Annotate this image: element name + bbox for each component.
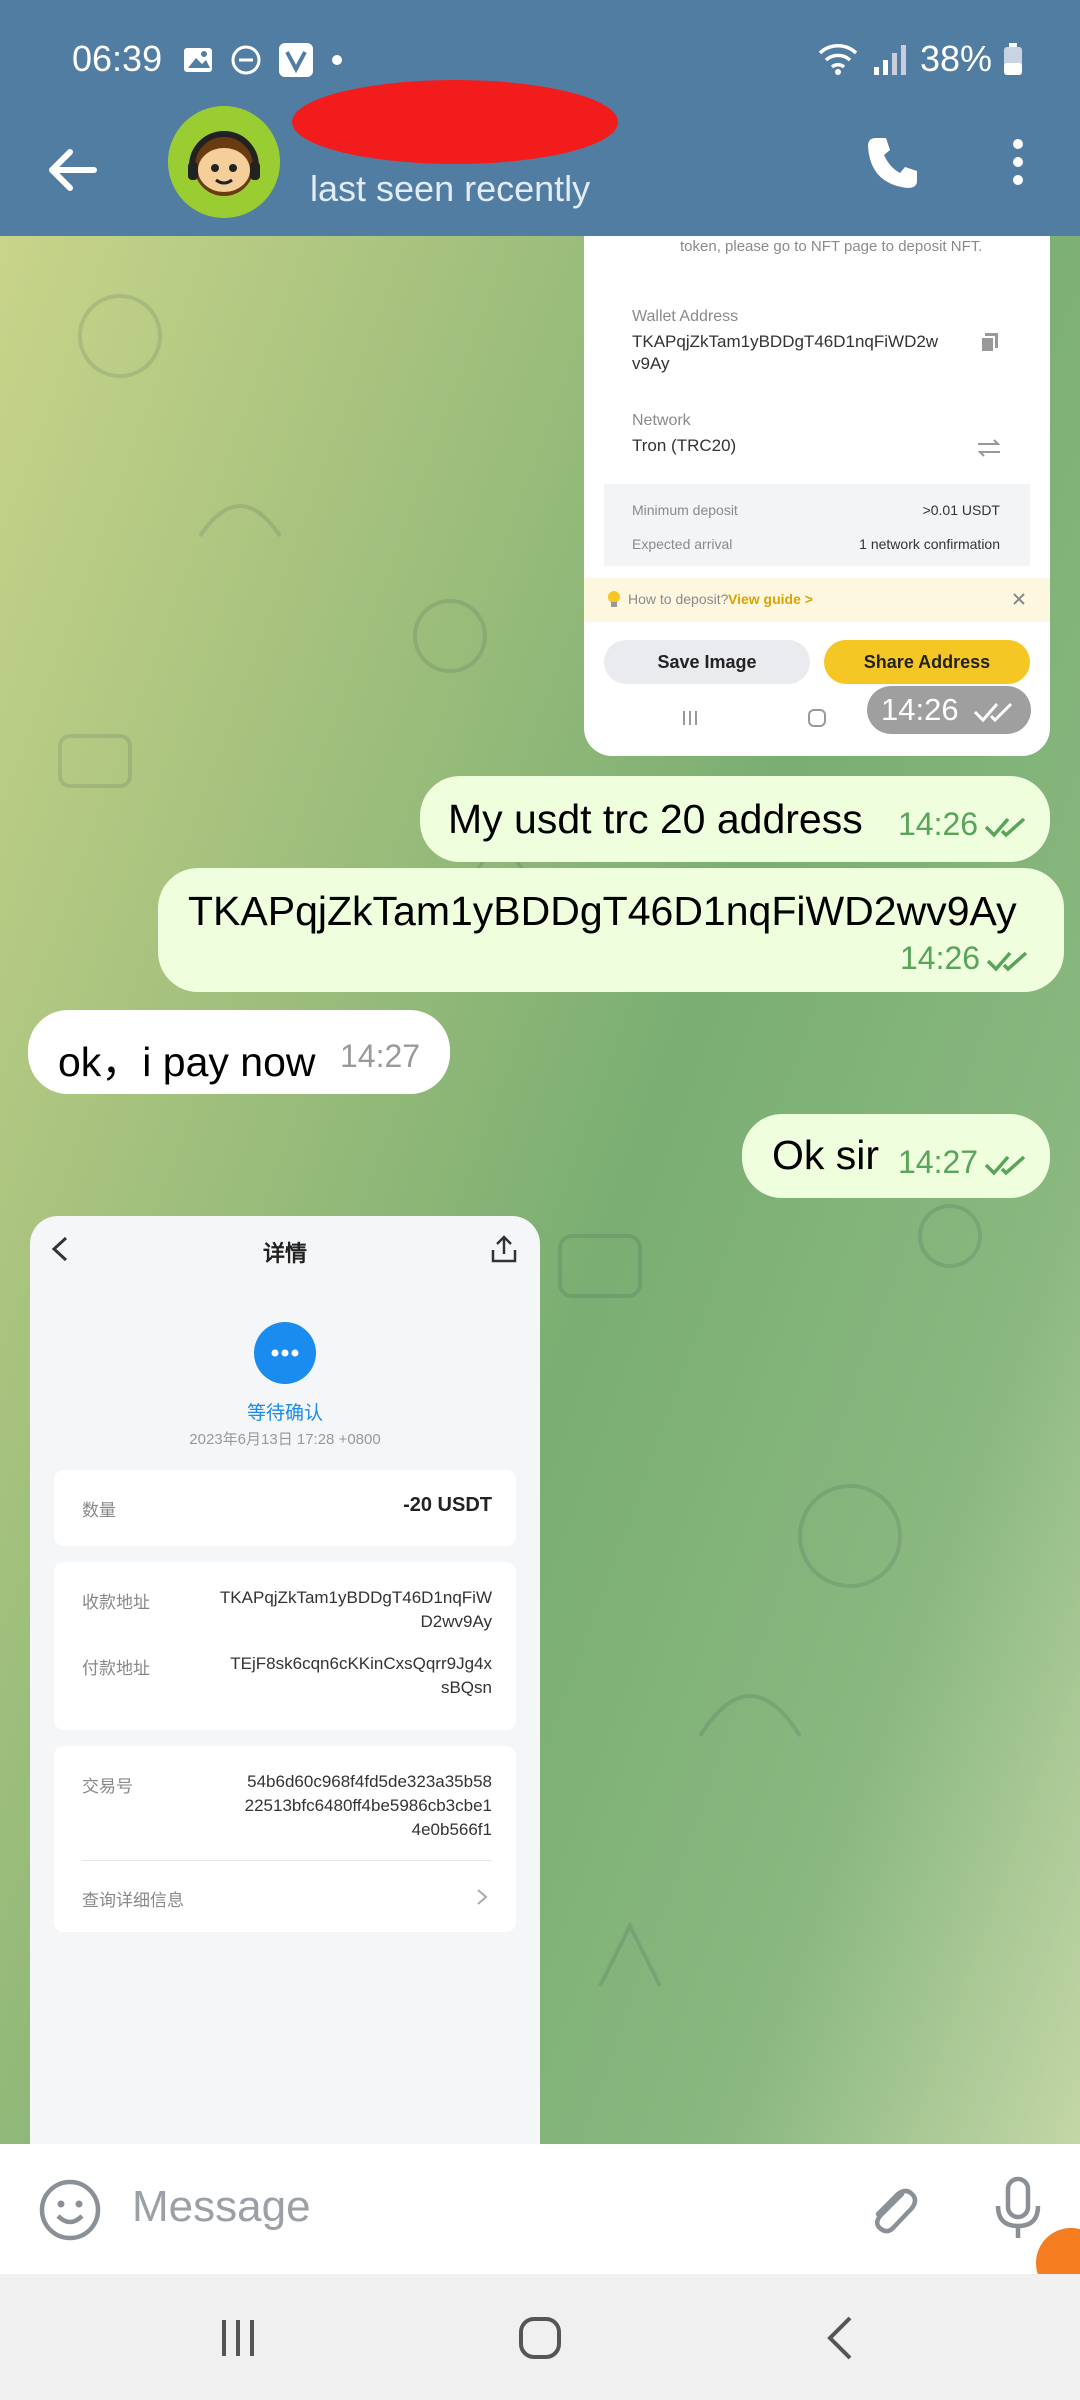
chevron-right-icon: [477, 1889, 488, 1905]
gallery-icon: [184, 48, 212, 72]
microphone-icon[interactable]: [992, 2176, 1044, 2242]
message-time: 14:27: [898, 1144, 979, 1180]
address-card: 收款地址 TKAPqjZkTam1yBDDgT46D1nqFiW D2wv9Ay…: [54, 1562, 516, 1730]
share-address-button[interactable]: Share Address: [824, 640, 1030, 684]
support-agent-icon: [168, 106, 280, 218]
system-navigation-bar: [0, 2274, 1080, 2400]
payer-address-label: 付款地址: [82, 1659, 150, 1678]
more-options-icon[interactable]: [1000, 132, 1036, 192]
message-time: 14:26: [900, 940, 981, 976]
message-text: My usdt trc 20 address: [448, 796, 863, 842]
min-deposit-value: >0.01 USDT: [922, 502, 1000, 518]
message-input[interactable]: Message: [132, 2182, 311, 2232]
card-divider: [82, 1860, 492, 1861]
amount-value: -20 USDT: [403, 1494, 492, 1516]
swap-icon[interactable]: [976, 438, 1002, 458]
last-seen-status: last seen recently: [310, 168, 591, 209]
expected-arrival-label: Expected arrival: [632, 536, 733, 552]
redacted-contact-name: [292, 80, 618, 164]
message-time: 14:26: [898, 806, 979, 842]
query-details-link[interactable]: 查询详细信息: [82, 1886, 184, 1911]
lightbulb-icon: [608, 591, 620, 607]
phone-call-icon[interactable]: [862, 132, 922, 192]
transaction-id-label: 交易号: [82, 1777, 133, 1796]
message-meta: 14:26: [900, 940, 1032, 977]
recipient-address-line1: TKAPqjZkTam1yBDDgT46D1nqFiW: [219, 1588, 492, 1607]
outgoing-message[interactable]: TKAPqjZkTam1yBDDgT46D1nqFiWD2wv9Ay 14:26: [158, 868, 1064, 992]
avatar[interactable]: [168, 106, 280, 218]
do-not-disturb-icon: [231, 45, 261, 75]
how-to-deposit-text: How to deposit?: [628, 591, 729, 607]
android-nav-recents-icon: [683, 711, 697, 725]
read-ticks-icon: [984, 817, 1026, 838]
transaction-id-line3: 4e0b566f1: [411, 1820, 492, 1839]
status-right: 38%: [816, 38, 1024, 80]
nav-back-icon[interactable]: [822, 2314, 858, 2362]
message-input-bar: Message: [0, 2144, 1080, 2298]
attach-icon[interactable]: [862, 2180, 922, 2240]
wallet-address-line2: v9Ay: [632, 354, 670, 373]
amount-label: 数量: [82, 1501, 116, 1520]
detail-title: 详情: [262, 1241, 307, 1266]
wallet-address-line1: TKAPqjZkTam1yBDDgT46D1nqFiWD2w: [632, 332, 939, 351]
transaction-detail-screenshot[interactable]: 详情 等待确认 2023年6月13日 17:28 +0800 数量 -20 US…: [30, 1216, 540, 2144]
home-icon[interactable]: [516, 2314, 564, 2362]
back-arrow-icon[interactable]: [40, 138, 104, 202]
network-value: Tron (TRC20): [632, 436, 737, 455]
wifi-icon: [818, 44, 858, 75]
battery-percent: 38%: [919, 38, 992, 79]
message-text: TKAPqjZkTam1yBDDgT46D1nqFiWD2wv9Ay: [188, 888, 1017, 934]
dot-icon: [332, 55, 342, 65]
battery-icon: [1004, 43, 1022, 75]
image-timestamp-pill: 14:26: [867, 686, 1031, 734]
network-label: Network: [632, 412, 691, 429]
deposit-info-box: [604, 484, 1030, 566]
transaction-id-card: 交易号 54b6d60c968f4fd5de323a35b58 22513bfc…: [54, 1746, 516, 1932]
read-ticks-icon: [974, 702, 1013, 723]
read-ticks-icon: [986, 951, 1028, 972]
viber-icon: [279, 43, 313, 77]
emoji-icon[interactable]: [38, 2178, 102, 2242]
ellipsis-icon: [271, 1349, 299, 1357]
status-notification-icons: [182, 42, 344, 78]
transaction-id-line1: 54b6d60c968f4fd5de323a35b58: [247, 1772, 492, 1791]
transaction-date: 2023年6月13日 17:28 +0800: [189, 1431, 381, 1448]
expected-arrival-value: 1 network confirmation: [859, 536, 1000, 552]
save-image-button[interactable]: Save Image: [604, 640, 810, 684]
payer-address-line2: sBQsn: [440, 1678, 492, 1697]
outgoing-message[interactable]: Ok sir 14:27: [742, 1114, 1050, 1198]
transaction-id-line2: 22513bfc6480ff4be5986cb3cbe1: [244, 1796, 492, 1815]
recent-apps-icon[interactable]: [216, 2316, 260, 2360]
deposit-note: token, please go to NFT page to deposit …: [680, 238, 983, 255]
incoming-message[interactable]: ok，i pay now 14:27: [28, 1010, 450, 1094]
message-meta: 14:26: [898, 806, 1030, 843]
read-ticks-icon: [984, 1155, 1026, 1176]
chat-area[interactable]: token, please go to NFT page to deposit …: [0, 236, 1080, 2144]
message-time: 14:27: [340, 1038, 421, 1074]
status-time: 06:39: [72, 38, 163, 79]
image-timestamp: 14:26: [881, 692, 959, 727]
close-banner-icon[interactable]: [1012, 592, 1026, 606]
recipient-address-label: 收款地址: [82, 1593, 150, 1612]
wallet-deposit-screenshot[interactable]: token, please go to NFT page to deposit …: [584, 236, 1050, 756]
save-image-label: Save Image: [657, 652, 757, 672]
copy-icon[interactable]: [978, 330, 1002, 354]
message-text: Ok sir: [772, 1132, 880, 1178]
signal-icon: [873, 45, 906, 75]
share-icon[interactable]: [490, 1234, 518, 1264]
android-nav-home-icon: [808, 709, 826, 727]
pending-status-icon: [254, 1322, 316, 1384]
pending-status-text: 等待确认: [246, 1403, 323, 1424]
outgoing-message[interactable]: My usdt trc 20 address 14:26: [420, 776, 1050, 862]
wallet-address-label: Wallet Address: [632, 308, 739, 325]
message-text: ok，i pay now: [58, 1039, 316, 1085]
min-deposit-label: Minimum deposit: [632, 502, 738, 518]
message-meta: 14:27: [898, 1144, 1030, 1181]
payer-address-line1: TEjF8sk6cqn6cKKinCxsQqrr9Jg4x: [230, 1654, 492, 1673]
share-address-label: Share Address: [863, 652, 991, 672]
view-guide-link[interactable]: View guide >: [728, 591, 813, 607]
amount-card: 数量 -20 USDT: [54, 1470, 516, 1546]
recipient-address-line2: D2wv9Ay: [420, 1612, 493, 1631]
